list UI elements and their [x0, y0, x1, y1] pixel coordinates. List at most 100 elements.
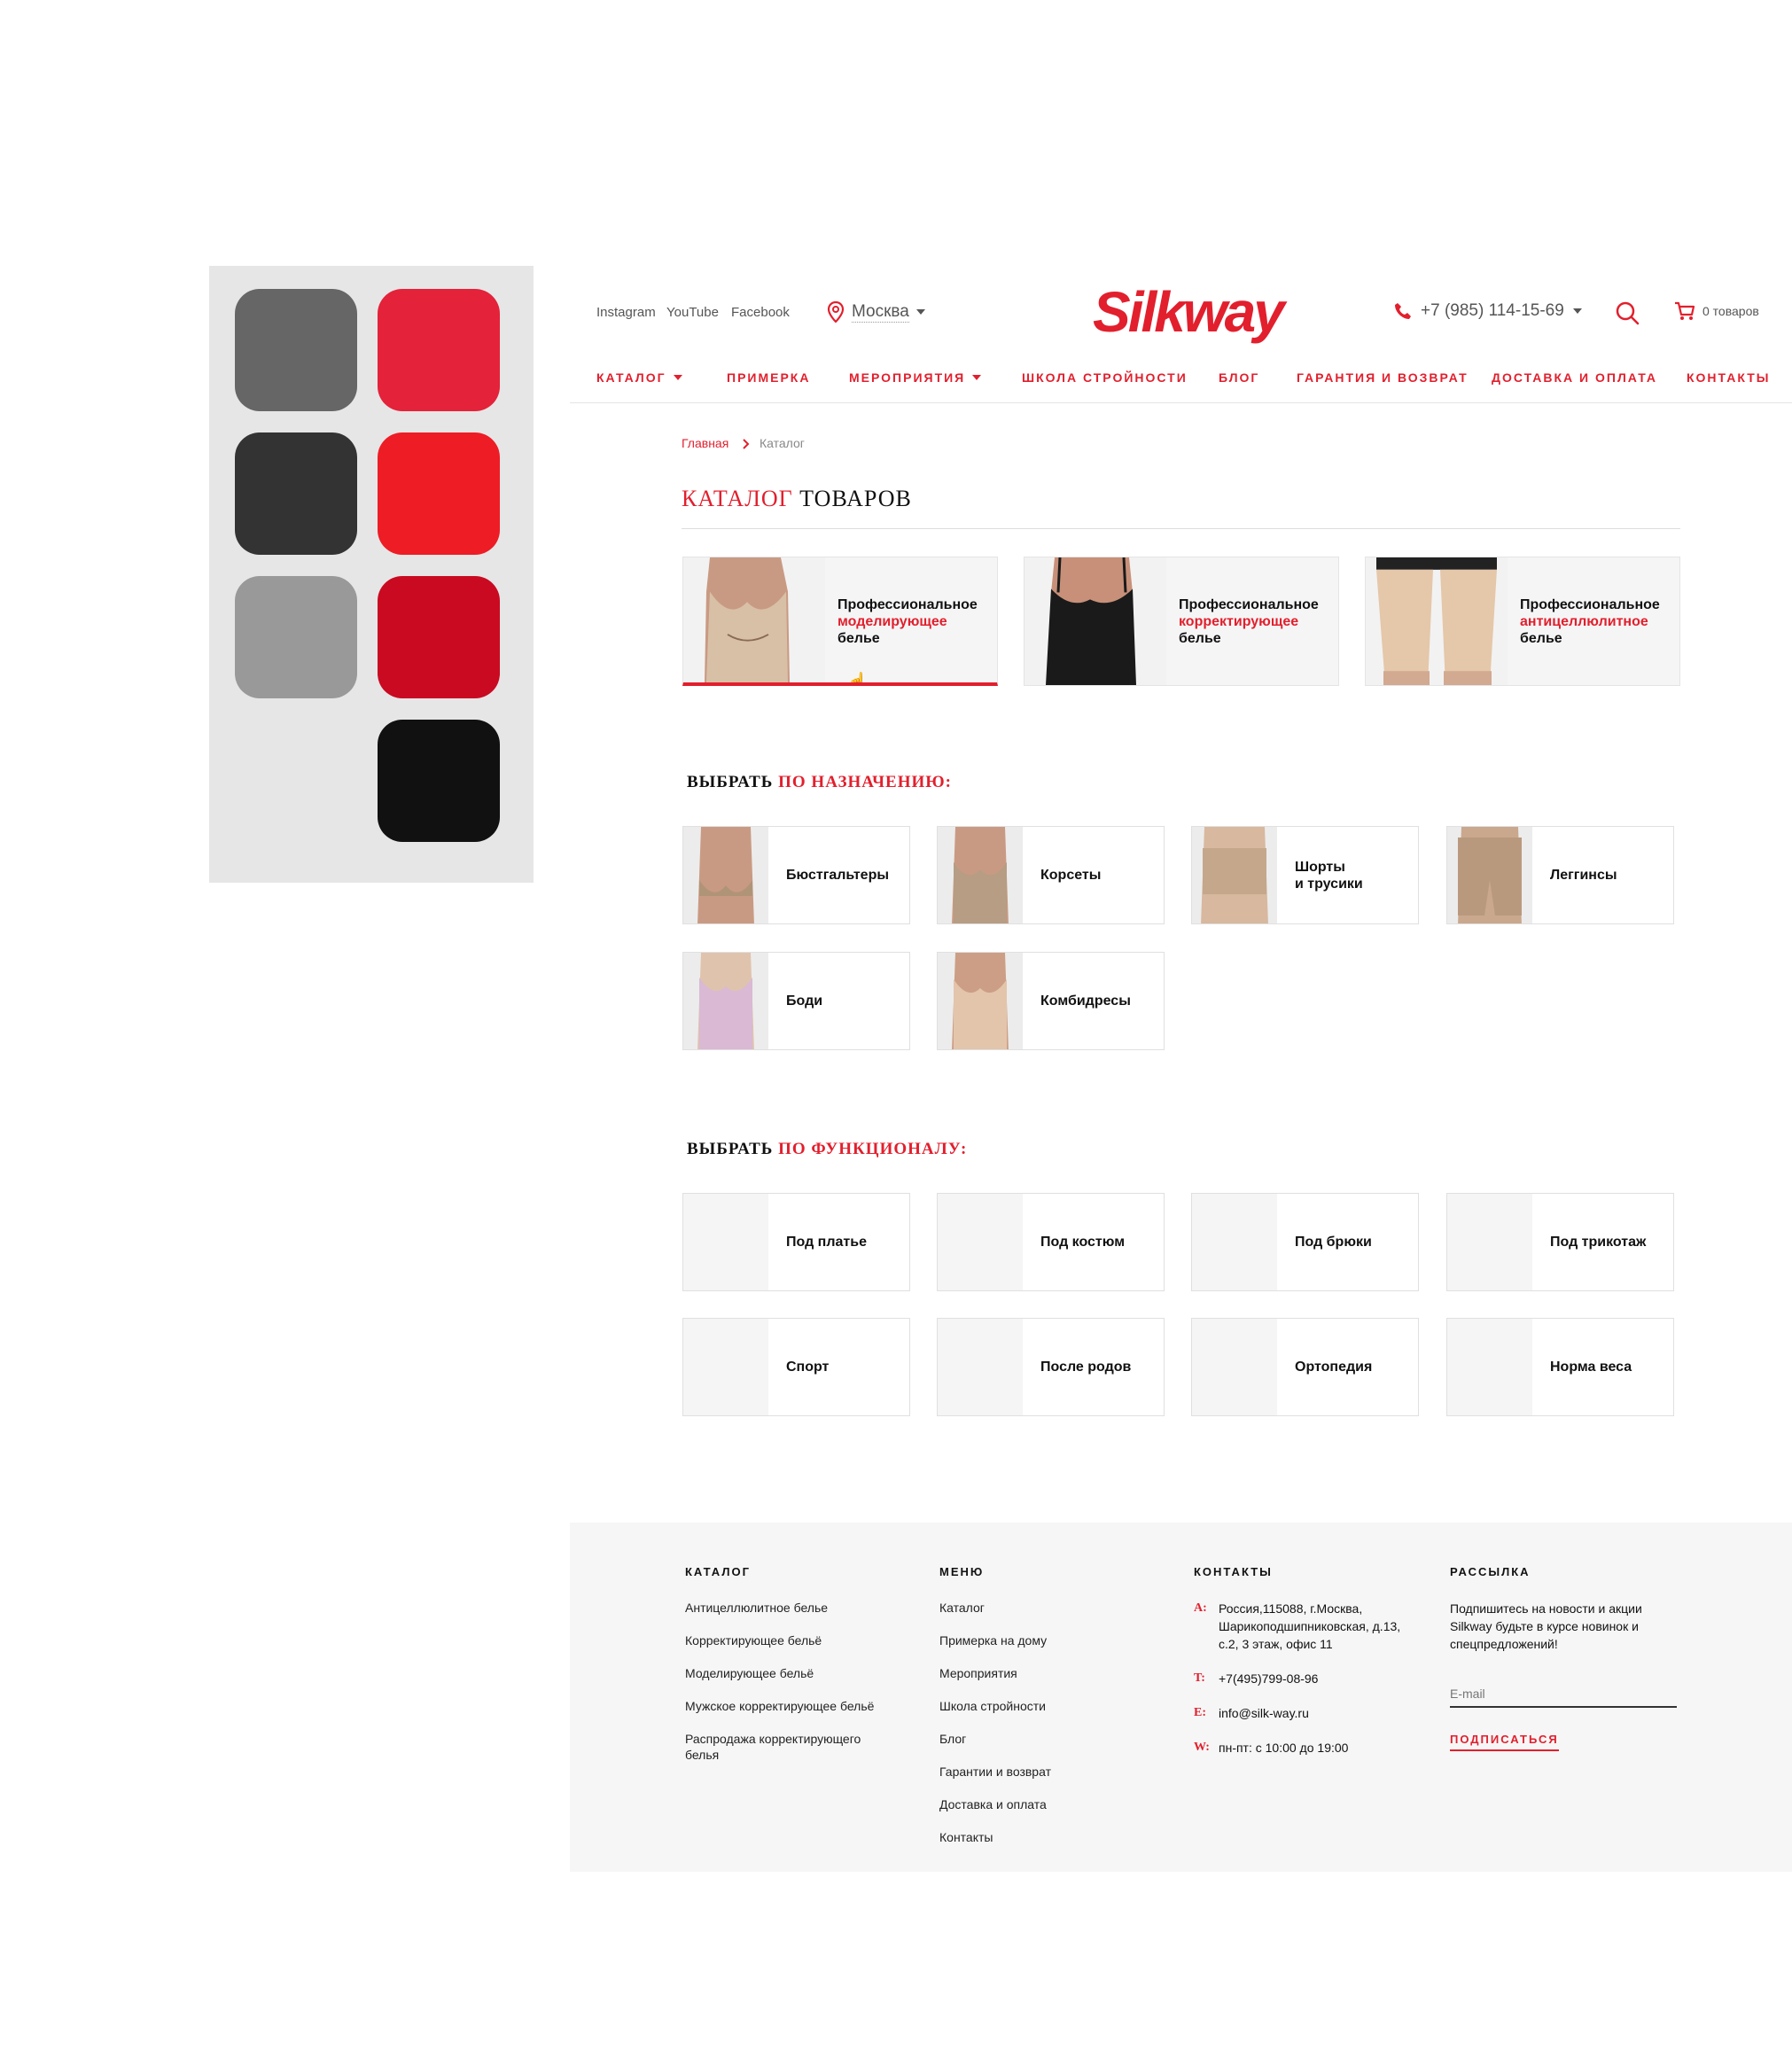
swatch-dark-red: [378, 576, 500, 698]
tile-image-placeholder: [1192, 1319, 1277, 1415]
purpose-tile-leggings[interactable]: Леггинсы: [1446, 826, 1674, 924]
tile-label: После родов: [1040, 1360, 1132, 1375]
category-label: Профессиональное корректирующее белье: [1179, 597, 1319, 646]
tile-label: Шорты и трусики: [1295, 859, 1363, 892]
purpose-tile-bodysuits[interactable]: Боди: [682, 952, 910, 1050]
purpose-tile-shorts[interactable]: Шорты и трусики: [1191, 826, 1419, 924]
tile-label: Ортопедия: [1295, 1360, 1373, 1375]
product-photo: [1192, 827, 1277, 923]
phone-selector[interactable]: +7 (985) 114-15-69: [1394, 301, 1582, 321]
category-card-anticellulite[interactable]: Профессиональное антицеллюлитное белье: [1365, 557, 1680, 686]
swatch-red: [378, 289, 500, 411]
cart-button[interactable]: 0 товаров: [1674, 301, 1759, 321]
tile-label: Под платье: [786, 1235, 867, 1250]
function-tile-knitwear[interactable]: Под трикотаж: [1446, 1193, 1674, 1291]
function-tile-weight[interactable]: Норма веса: [1446, 1318, 1674, 1416]
nav-label: ПРИМЕРКА: [727, 370, 811, 385]
tile-image-placeholder: [1447, 1194, 1532, 1290]
swatch-bright-red: [378, 432, 500, 555]
footer-link[interactable]: Распродажа корректирующего белья: [685, 1731, 915, 1763]
product-photo: [938, 953, 1023, 1049]
tile-label: Корсеты: [1040, 868, 1102, 883]
footer-link[interactable]: Мероприятия: [939, 1665, 1152, 1681]
nav-delivery[interactable]: ДОСТАВКА И ОПЛАТА: [1492, 370, 1657, 385]
function-tile-postpartum[interactable]: После родов: [937, 1318, 1165, 1416]
model-photo: [1366, 557, 1508, 685]
nav-blog[interactable]: БЛОГ: [1219, 370, 1259, 385]
nav-label: КАТАЛОГ: [596, 370, 666, 385]
title-rest: ТОВАРОВ: [799, 486, 912, 511]
category-card-corrective[interactable]: Профессиональное корректирующее белье: [1024, 557, 1339, 686]
footer-hours: W: пн-пт: с 10:00 до 19:00: [1194, 1741, 1349, 1755]
cart-icon: [1675, 301, 1695, 320]
function-tile-dress[interactable]: Под платье: [682, 1193, 910, 1291]
function-tile-sport[interactable]: Спорт: [682, 1318, 910, 1416]
tile-image-placeholder: [683, 1194, 768, 1290]
footer-link[interactable]: Моделирующее бельё: [685, 1665, 915, 1681]
footer-link[interactable]: Контакты: [939, 1829, 1152, 1845]
tile-label: Спорт: [786, 1360, 830, 1375]
function-tile-trousers[interactable]: Под брюки: [1191, 1193, 1419, 1291]
nav-label: ГАРАНТИЯ И ВОЗВРАТ: [1297, 370, 1469, 385]
purpose-tile-combidress[interactable]: Комбидресы: [937, 952, 1165, 1050]
newsletter-email-input[interactable]: [1450, 1681, 1677, 1708]
purpose-tile-corsets[interactable]: Корсеты: [937, 826, 1165, 924]
section-heading-function: ВЫБРАТЬ ПО ФУНКЦИОНАЛУ:: [687, 1140, 968, 1158]
tile-label: Норма веса: [1550, 1360, 1632, 1375]
chevron-right-icon: [743, 439, 750, 449]
footer-contacts: КОНТАКТЫ A: Россия,115088, г.Москва, Шари…: [1194, 1565, 1424, 1773]
tile-image-placeholder: [1192, 1194, 1277, 1290]
tile-label: Леггинсы: [1550, 868, 1617, 883]
city-selector[interactable]: Москва: [827, 301, 925, 323]
nav-fitting[interactable]: ПРИМЕРКА: [727, 370, 810, 385]
nav-contacts[interactable]: КОНТАКТЫ: [1687, 370, 1770, 385]
category-card-modeling[interactable]: Профессиональное моделирующее белье ☝: [682, 557, 998, 686]
footer: КАТАЛОГ Антицеллюлитное белье Корректиру…: [570, 1523, 1792, 1872]
nav-school[interactable]: ШКОЛА СТРОЙНОСТИ: [1022, 370, 1188, 385]
color-palette: [209, 266, 534, 883]
footer-link[interactable]: Доставка и оплата: [939, 1796, 1152, 1812]
function-tile-orthopedics[interactable]: Ортопедия: [1191, 1318, 1419, 1416]
purpose-tile-bras[interactable]: Бюстгальтеры: [682, 826, 910, 924]
breadcrumb-home[interactable]: Главная: [682, 436, 728, 450]
product-photo: [938, 827, 1023, 923]
city-name: Москва: [852, 301, 909, 323]
title-divider: [682, 528, 1680, 529]
facebook-link[interactable]: Facebook: [731, 305, 790, 320]
website: Instagram YouTube Facebook Москва Silkwa…: [570, 266, 1792, 1872]
footer-email[interactable]: E: info@silk-way.ru: [1194, 1704, 1424, 1722]
footer-menu: МЕНЮ Каталог Примерка на дому Мероприяти…: [939, 1565, 1152, 1862]
tile-label: Под костюм: [1040, 1235, 1126, 1250]
search-icon[interactable]: [1614, 300, 1640, 326]
footer-newsletter: РАССЫЛКА Подпишитесь на новости и акции S…: [1450, 1565, 1689, 1751]
category-label: Профессиональное антицеллюлитное белье: [1520, 597, 1660, 646]
footer-link[interactable]: Школа стройности: [939, 1698, 1152, 1714]
footer-link[interactable]: Блог: [939, 1731, 1152, 1747]
footer-link[interactable]: Антицеллюлитное белье: [685, 1600, 915, 1616]
page-title: КАТАЛОГ ТОВАРОВ: [682, 486, 912, 512]
footer-link[interactable]: Гарантии и возврат: [939, 1764, 1152, 1780]
hand-cursor-icon: ☝: [846, 673, 869, 686]
tile-image-placeholder: [1447, 1319, 1532, 1415]
footer-phone[interactable]: T: +7(495)799-08-96: [1194, 1670, 1424, 1687]
section-heading-purpose: ВЫБРАТЬ ПО НАЗНАЧЕНИЮ:: [687, 773, 952, 791]
footer-link[interactable]: Мужское корректирующее бельё: [685, 1698, 915, 1714]
youtube-link[interactable]: YouTube: [666, 305, 719, 320]
nav-warranty[interactable]: ГАРАНТИЯ И ВОЗВРАТ: [1297, 370, 1469, 385]
tile-label: Под брюки: [1295, 1235, 1372, 1250]
nav-catalog[interactable]: КАТАЛОГ: [596, 370, 682, 385]
footer-link[interactable]: Примерка на дому: [939, 1632, 1152, 1648]
tile-image-placeholder: [938, 1194, 1023, 1290]
logo[interactable]: Silkway: [1093, 284, 1285, 340]
chevron-down-icon: [915, 309, 925, 315]
tile-label: Под трикотаж: [1550, 1235, 1647, 1250]
footer-link[interactable]: Каталог: [939, 1600, 1152, 1616]
nav-events[interactable]: МЕРОПРИЯТИЯ: [849, 370, 982, 385]
footer-link[interactable]: Корректирующее бельё: [685, 1632, 915, 1648]
breadcrumb-current: Каталог: [760, 436, 805, 450]
nav-label: КОНТАКТЫ: [1687, 370, 1771, 385]
instagram-link[interactable]: Instagram: [596, 305, 656, 320]
subscribe-button[interactable]: ПОДПИСАТЬСЯ: [1450, 1733, 1559, 1751]
footer-catalog: КАТАЛОГ Антицеллюлитное белье Корректиру…: [685, 1565, 915, 1780]
function-tile-suit[interactable]: Под костюм: [937, 1193, 1165, 1291]
